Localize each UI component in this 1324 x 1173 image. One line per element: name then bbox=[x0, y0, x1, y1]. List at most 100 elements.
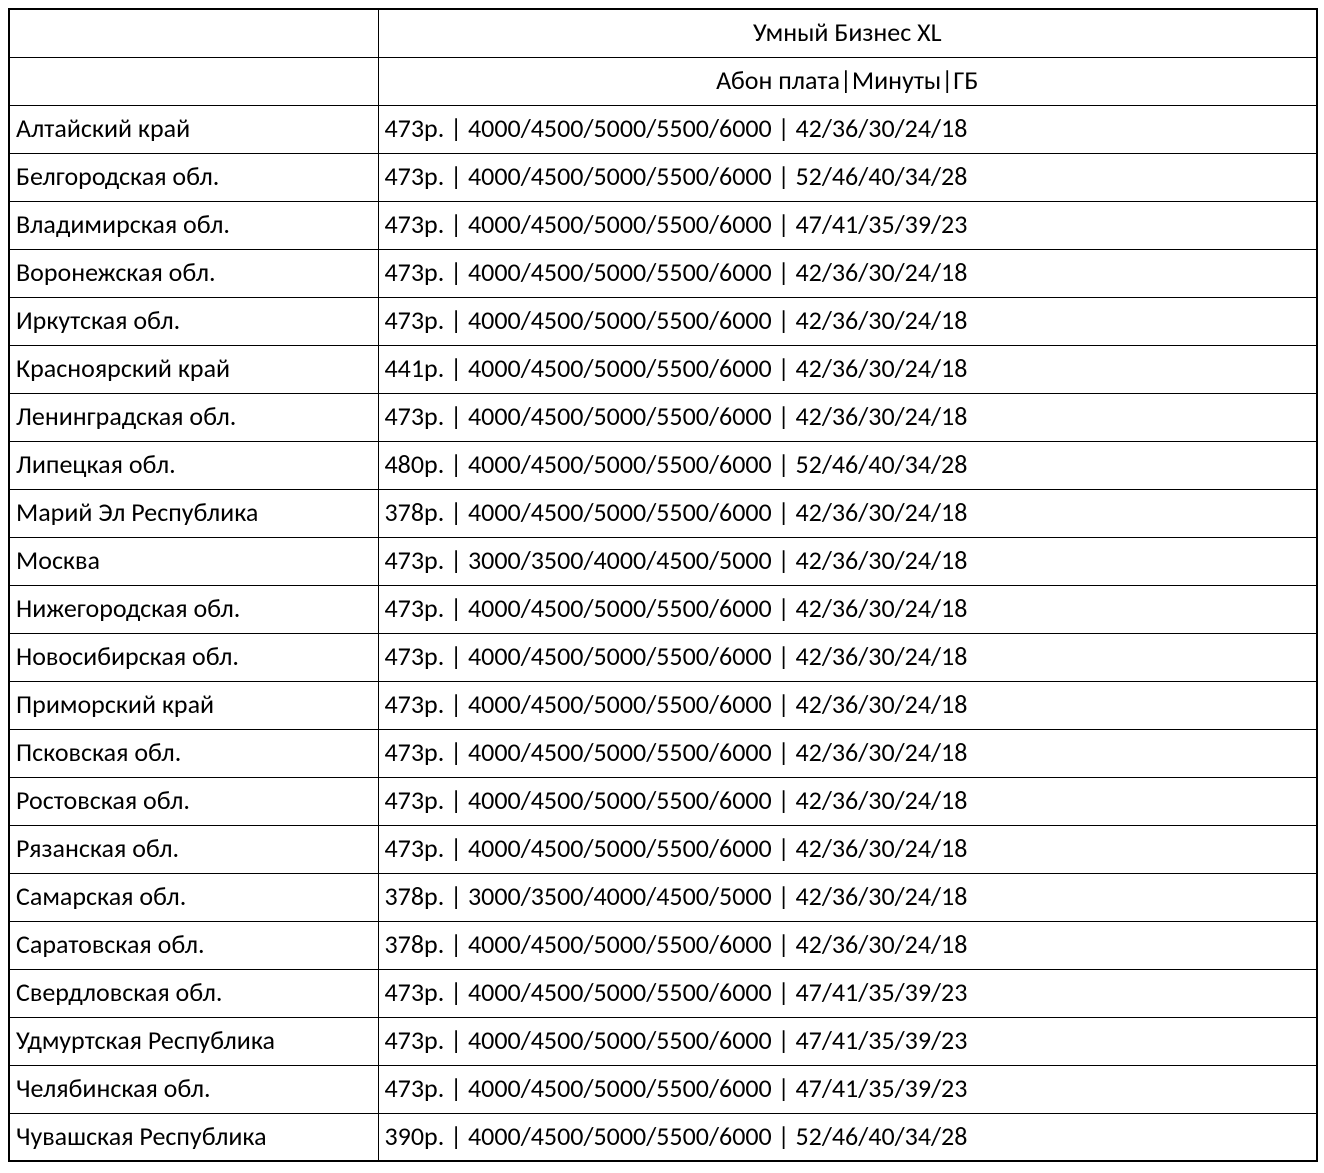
table-body: Алтайский край473р. | 4000/4500/5000/550… bbox=[9, 105, 1317, 1161]
minutes-value: 4000/4500/5000/5500/6000 bbox=[468, 976, 772, 1008]
price-value: 441р. bbox=[385, 352, 445, 384]
table-row: Алтайский край473р. | 4000/4500/5000/550… bbox=[9, 105, 1317, 153]
price-value: 473р. bbox=[385, 592, 445, 624]
minutes-value: 4000/4500/5000/5500/6000 bbox=[468, 928, 772, 960]
table-row: Ленинградская обл.473р. | 4000/4500/5000… bbox=[9, 393, 1317, 441]
gb-value: 42/36/30/24/18 bbox=[795, 592, 967, 624]
table-row: Нижегородская обл.473р. | 4000/4500/5000… bbox=[9, 585, 1317, 633]
table-row: Ростовская обл.473р. | 4000/4500/5000/55… bbox=[9, 777, 1317, 825]
table-row: Воронежская обл.473р. | 4000/4500/5000/5… bbox=[9, 249, 1317, 297]
price-value: 473р. bbox=[385, 544, 445, 576]
region-cell: Москва bbox=[9, 537, 378, 585]
region-cell: Белгородская обл. bbox=[9, 153, 378, 201]
region-cell: Ленинградская обл. bbox=[9, 393, 378, 441]
price-value: 480р. bbox=[385, 448, 445, 480]
table-row: Чувашская Республика390р. | 4000/4500/50… bbox=[9, 1113, 1317, 1161]
plan-cell: 473р. | 4000/4500/5000/5500/6000 | 42/36… bbox=[378, 825, 1317, 873]
plan-cell: 473р. | 4000/4500/5000/5500/6000 | 42/36… bbox=[378, 297, 1317, 345]
price-value: 473р. bbox=[385, 304, 445, 336]
minutes-value: 4000/4500/5000/5500/6000 bbox=[468, 1024, 772, 1056]
price-value: 473р. bbox=[385, 688, 445, 720]
minutes-value: 4000/4500/5000/5500/6000 bbox=[468, 160, 772, 192]
minutes-value: 4000/4500/5000/5500/6000 bbox=[468, 208, 772, 240]
price-value: 378р. bbox=[385, 496, 445, 528]
gb-value: 42/36/30/24/18 bbox=[795, 640, 967, 672]
region-cell: Воронежская обл. bbox=[9, 249, 378, 297]
plan-cell: 473р. | 4000/4500/5000/5500/6000 | 52/46… bbox=[378, 153, 1317, 201]
price-value: 473р. bbox=[385, 400, 445, 432]
table-row: Саратовская обл.378р. | 4000/4500/5000/5… bbox=[9, 921, 1317, 969]
region-cell: Саратовская обл. bbox=[9, 921, 378, 969]
minutes-value: 4000/4500/5000/5500/6000 bbox=[468, 448, 772, 480]
region-cell: Приморский край bbox=[9, 681, 378, 729]
region-cell: Удмуртская Республика bbox=[9, 1017, 378, 1065]
table-row: Псковская обл.473р. | 4000/4500/5000/550… bbox=[9, 729, 1317, 777]
region-cell: Свердловская обл. bbox=[9, 969, 378, 1017]
table-row: Удмуртская Республика473р. | 4000/4500/5… bbox=[9, 1017, 1317, 1065]
region-cell: Самарская обл. bbox=[9, 873, 378, 921]
header-blank-2 bbox=[9, 57, 378, 105]
minutes-value: 4000/4500/5000/5500/6000 bbox=[468, 1072, 772, 1104]
plan-cell: 378р. | 4000/4500/5000/5500/6000 | 42/36… bbox=[378, 489, 1317, 537]
plan-cell: 473р. | 4000/4500/5000/5500/6000 | 42/36… bbox=[378, 249, 1317, 297]
table-row: Белгородская обл.473р. | 4000/4500/5000/… bbox=[9, 153, 1317, 201]
minutes-value: 3000/3500/4000/4500/5000 bbox=[468, 544, 772, 576]
price-value: 390р. bbox=[385, 1120, 445, 1152]
plan-cell: 473р. | 4000/4500/5000/5500/6000 | 42/36… bbox=[378, 393, 1317, 441]
region-cell: Иркутская обл. bbox=[9, 297, 378, 345]
plan-cell: 473р. | 4000/4500/5000/5500/6000 | 42/36… bbox=[378, 585, 1317, 633]
price-value: 473р. bbox=[385, 256, 445, 288]
gb-value: 47/41/35/39/23 bbox=[795, 976, 967, 1008]
minutes-value: 4000/4500/5000/5500/6000 bbox=[468, 688, 772, 720]
region-cell: Алтайский край bbox=[9, 105, 378, 153]
gb-value: 42/36/30/24/18 bbox=[795, 496, 967, 528]
gb-value: 47/41/35/39/23 bbox=[795, 1072, 967, 1104]
region-cell: Липецкая обл. bbox=[9, 441, 378, 489]
plan-title: Умный Бизнес XL bbox=[378, 9, 1317, 57]
plan-cell: 473р. | 4000/4500/5000/5500/6000 | 47/41… bbox=[378, 969, 1317, 1017]
plan-cell: 473р. | 4000/4500/5000/5500/6000 | 42/36… bbox=[378, 681, 1317, 729]
price-value: 473р. bbox=[385, 736, 445, 768]
table-row: Свердловская обл.473р. | 4000/4500/5000/… bbox=[9, 969, 1317, 1017]
gb-value: 47/41/35/39/23 bbox=[795, 208, 967, 240]
region-cell: Чувашская Республика bbox=[9, 1113, 378, 1161]
plan-cell: 473р. | 4000/4500/5000/5500/6000 | 47/41… bbox=[378, 201, 1317, 249]
region-cell: Рязанская обл. bbox=[9, 825, 378, 873]
minutes-value: 4000/4500/5000/5500/6000 bbox=[468, 832, 772, 864]
region-cell: Нижегородская обл. bbox=[9, 585, 378, 633]
price-value: 473р. bbox=[385, 784, 445, 816]
gb-value: 42/36/30/24/18 bbox=[795, 304, 967, 336]
table-row: Марий Эл Республика378р. | 4000/4500/500… bbox=[9, 489, 1317, 537]
gb-value: 42/36/30/24/18 bbox=[795, 928, 967, 960]
minutes-value: 4000/4500/5000/5500/6000 bbox=[468, 496, 772, 528]
plan-cell: 473р. | 4000/4500/5000/5500/6000 | 47/41… bbox=[378, 1065, 1317, 1113]
price-value: 378р. bbox=[385, 880, 445, 912]
minutes-value: 4000/4500/5000/5500/6000 bbox=[468, 592, 772, 624]
gb-value: 42/36/30/24/18 bbox=[795, 112, 967, 144]
price-value: 473р. bbox=[385, 640, 445, 672]
gb-value: 42/36/30/24/18 bbox=[795, 400, 967, 432]
minutes-value: 4000/4500/5000/5500/6000 bbox=[468, 1120, 772, 1152]
minutes-value: 4000/4500/5000/5500/6000 bbox=[468, 736, 772, 768]
minutes-value: 4000/4500/5000/5500/6000 bbox=[468, 256, 772, 288]
price-value: 473р. bbox=[385, 1072, 445, 1104]
price-value: 473р. bbox=[385, 1024, 445, 1056]
plan-cell: 473р. | 4000/4500/5000/5500/6000 | 42/36… bbox=[378, 777, 1317, 825]
table-header: Умный Бизнес XL Абон плата|Минуты|ГБ bbox=[9, 9, 1317, 105]
minutes-value: 4000/4500/5000/5500/6000 bbox=[468, 352, 772, 384]
table-row: Новосибирская обл.473р. | 4000/4500/5000… bbox=[9, 633, 1317, 681]
plan-cell: 378р. | 3000/3500/4000/4500/5000 | 42/36… bbox=[378, 873, 1317, 921]
gb-value: 42/36/30/24/18 bbox=[795, 688, 967, 720]
plan-cell: 473р. | 4000/4500/5000/5500/6000 | 42/36… bbox=[378, 633, 1317, 681]
region-cell: Новосибирская обл. bbox=[9, 633, 378, 681]
price-value: 378р. bbox=[385, 928, 445, 960]
region-cell: Челябинская обл. bbox=[9, 1065, 378, 1113]
gb-value: 47/41/35/39/23 bbox=[795, 1024, 967, 1056]
plan-cell: 473р. | 4000/4500/5000/5500/6000 | 47/41… bbox=[378, 1017, 1317, 1065]
plan-cell: 473р. | 4000/4500/5000/5500/6000 | 42/36… bbox=[378, 105, 1317, 153]
minutes-value: 3000/3500/4000/4500/5000 bbox=[468, 880, 772, 912]
minutes-value: 4000/4500/5000/5500/6000 bbox=[468, 112, 772, 144]
region-cell: Псковская обл. bbox=[9, 729, 378, 777]
price-value: 473р. bbox=[385, 160, 445, 192]
plan-cell: 473р. | 3000/3500/4000/4500/5000 | 42/36… bbox=[378, 537, 1317, 585]
